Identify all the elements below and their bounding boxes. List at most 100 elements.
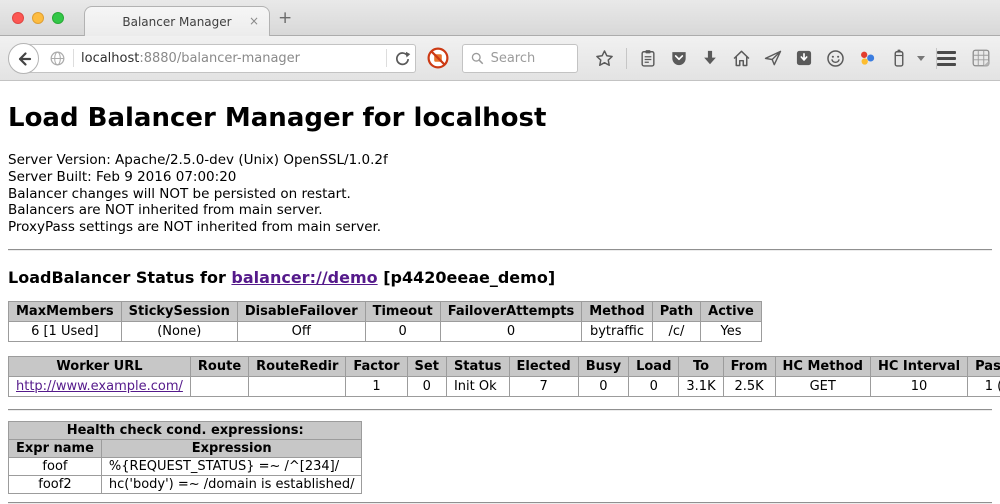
health-check-table: Health check cond. expressions: Expr nam… <box>8 421 362 494</box>
cell-busy: 0 <box>578 376 628 396</box>
balancer-demo-link[interactable]: balancer://demo <box>231 268 377 287</box>
col-header: HC Method <box>775 356 870 376</box>
toolbar-separator <box>626 48 627 69</box>
tab-close-icon[interactable]: × <box>249 14 259 28</box>
browser-window: Balancer Manager × + localhost:8880/bala… <box>0 0 1000 491</box>
col-header: RouteRedir <box>249 356 346 376</box>
search-bar[interactable]: Search <box>462 44 578 73</box>
cell-timeout: 0 <box>365 321 440 341</box>
cell-load: 0 <box>629 376 679 396</box>
toolbar-icons <box>594 48 937 69</box>
url-bar[interactable]: localhost:8880/balancer-manager <box>22 44 416 73</box>
status-suffix: [p4420eeae_demo] <box>378 268 556 287</box>
info-line: Server Built: Feb 9 2016 07:00:20 <box>8 169 992 186</box>
col-header: Status <box>446 356 509 376</box>
minimize-window-button[interactable] <box>32 12 44 24</box>
cell-stickysession: (None) <box>121 321 237 341</box>
cell-factor: 1 <box>346 376 407 396</box>
status-heading: LoadBalancer Status for balancer://demo … <box>8 268 992 287</box>
back-button[interactable] <box>8 43 39 74</box>
worker-table-header-row: Worker URL Route RouteRedir Factor Set S… <box>9 356 1000 376</box>
balancer-table-row: 6 [1 Used] (None) Off 0 0 bytraffic /c/ … <box>9 321 762 341</box>
extension-grid-icon[interactable] <box>970 47 992 69</box>
worker-table-row: http://www.example.com/ 1 0 Init Ok 7 0 … <box>9 376 1000 396</box>
download-box-icon[interactable] <box>794 48 814 68</box>
cell-failoverattempts: 0 <box>440 321 582 341</box>
col-header: Method <box>582 301 652 321</box>
tab-title: Balancer Manager <box>122 15 231 29</box>
url-path: :8880/balancer-manager <box>139 51 300 66</box>
col-header: Passes <box>968 356 1000 376</box>
col-header: Elected <box>509 356 578 376</box>
cell-expression: %{REQUEST_STATUS} =~ /^[234]/ <box>101 457 362 475</box>
col-header: MaxMembers <box>9 301 122 321</box>
cell-disablefailover: Off <box>237 321 365 341</box>
health-table-title: Health check cond. expressions: <box>9 421 362 439</box>
reading-list-icon[interactable] <box>638 48 658 68</box>
menu-icon[interactable] <box>937 51 956 66</box>
divider <box>8 249 992 251</box>
content-blocker-icon[interactable] <box>426 46 450 70</box>
search-placeholder: Search <box>491 51 536 66</box>
feedback-smiley-icon[interactable] <box>825 48 846 69</box>
balancer-table: MaxMembers StickySession DisableFailover… <box>8 301 762 342</box>
worker-table: Worker URL Route RouteRedir Factor Set S… <box>8 356 1000 397</box>
url-text[interactable]: localhost:8880/balancer-manager <box>81 51 379 66</box>
home-icon[interactable] <box>731 48 752 69</box>
cell-hc-interval: 10 <box>870 376 967 396</box>
col-header: StickySession <box>121 301 237 321</box>
worker-url-link[interactable]: http://www.example.com/ <box>16 379 183 394</box>
tab-bar: Balancer Manager × + <box>0 0 1000 36</box>
col-header: HC Interval <box>870 356 967 376</box>
cell-path: /c/ <box>652 321 700 341</box>
bookmark-star-icon[interactable] <box>594 48 615 69</box>
cell-set: 0 <box>407 376 446 396</box>
col-header: Set <box>407 356 446 376</box>
cell-from: 2.5K <box>723 376 775 396</box>
downloads-icon[interactable] <box>700 48 720 68</box>
url-host: localhost <box>81 51 139 66</box>
page-content: Load Balancer Manager for localhost Serv… <box>0 103 1000 504</box>
col-header: Busy <box>578 356 628 376</box>
cell-method: bytraffic <box>582 321 652 341</box>
balancer-table-header-row: MaxMembers StickySession DisableFailover… <box>9 301 762 321</box>
cell-worker-url: http://www.example.com/ <box>9 376 191 396</box>
clipper-battery-icon[interactable] <box>889 48 909 68</box>
reload-button[interactable] <box>394 50 411 67</box>
navigation-toolbar: localhost:8880/balancer-manager Search <box>0 36 1000 81</box>
new-tab-button[interactable]: + <box>278 8 292 28</box>
health-table-row: foof %{REQUEST_STATUS} =~ /^[234]/ <box>9 457 362 475</box>
col-header: To <box>679 356 723 376</box>
health-table-title-row: Health check cond. expressions: <box>9 421 362 439</box>
search-icon <box>470 51 485 66</box>
col-header: DisableFailover <box>237 301 365 321</box>
dropdown-caret-icon[interactable] <box>917 56 925 61</box>
cell-to: 3.1K <box>679 376 723 396</box>
cell-hc-method: GET <box>775 376 870 396</box>
site-identity-globe-icon[interactable] <box>49 50 66 67</box>
col-header: Path <box>652 301 700 321</box>
send-page-icon[interactable] <box>763 48 783 68</box>
close-window-button[interactable] <box>12 12 24 24</box>
col-header: Active <box>701 301 762 321</box>
cell-route <box>190 376 248 396</box>
info-line: Balancers are NOT inherited from main se… <box>8 202 992 219</box>
server-info: Server Version: Apache/2.5.0-dev (Unix) … <box>8 152 992 236</box>
col-header: Load <box>629 356 679 376</box>
tab-balancer-manager[interactable]: Balancer Manager × <box>84 6 270 36</box>
col-header: Route <box>190 356 248 376</box>
status-prefix: LoadBalancer Status for <box>8 268 231 287</box>
page-title: Load Balancer Manager for localhost <box>8 103 992 133</box>
cell-active: Yes <box>701 321 762 341</box>
extension-color-dots-icon[interactable] <box>857 48 878 69</box>
pocket-icon[interactable] <box>669 48 689 68</box>
back-arrow-icon <box>15 50 33 68</box>
cell-expr-name: foof <box>9 457 102 475</box>
divider <box>8 409 992 411</box>
col-header: Expression <box>101 439 362 457</box>
cell-passes: 1 (0) <box>968 376 1000 396</box>
info-line: Server Version: Apache/2.5.0-dev (Unix) … <box>8 152 992 169</box>
cell-elected: 7 <box>509 376 578 396</box>
maximize-window-button[interactable] <box>52 12 64 24</box>
cell-status: Init Ok <box>446 376 509 396</box>
